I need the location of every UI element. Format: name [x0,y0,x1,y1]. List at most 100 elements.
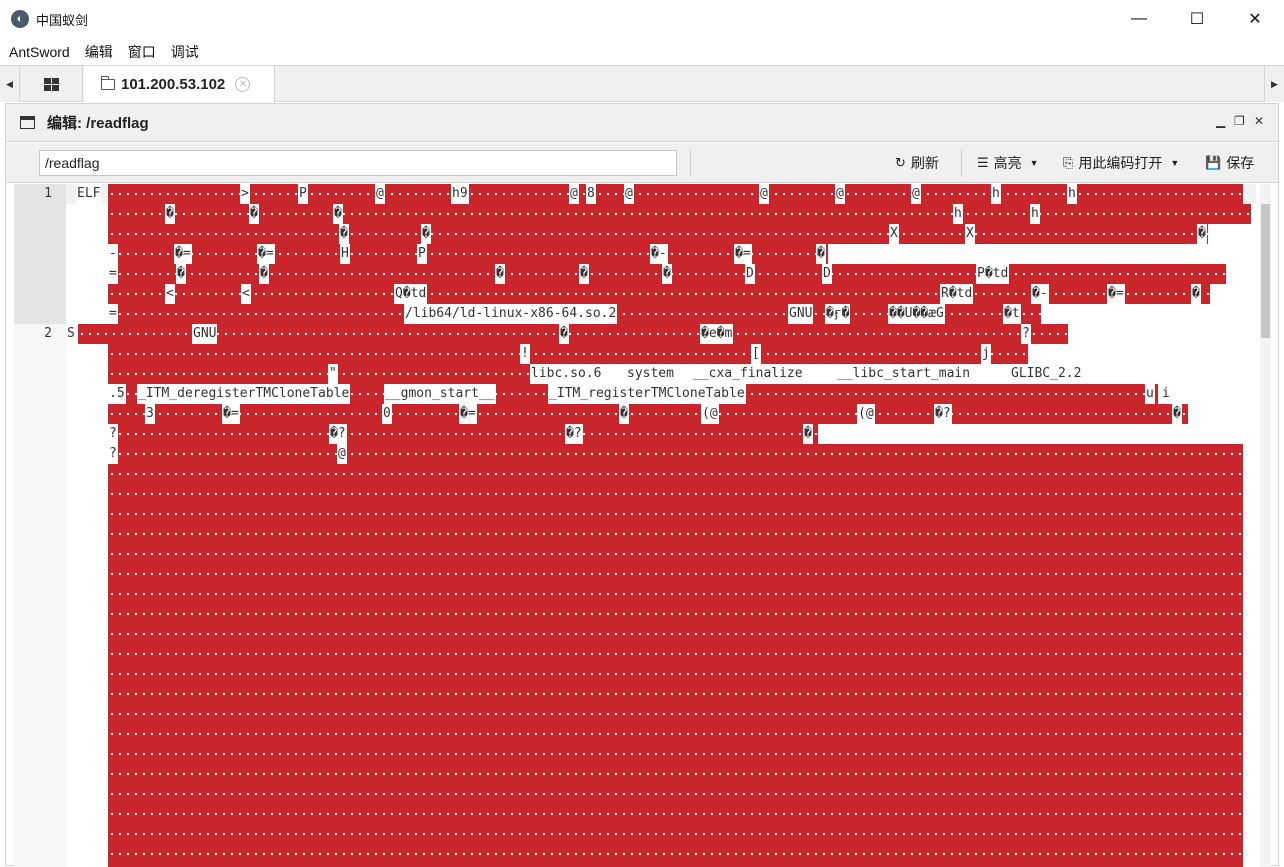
window-title: 中国蚁剑 [36,12,89,28]
tab-close-icon[interactable]: ✕ [235,77,251,92]
code-text: h9 [451,184,469,204]
antsword-logo-icon: ◐ [11,10,29,28]
code-text: �? [329,424,347,444]
maximize-button[interactable]: ☐ [1168,0,1226,38]
code-text: �- [650,244,668,264]
code-text: � [249,204,259,224]
folder-icon [101,76,115,90]
refresh-button[interactable]: ↻ 刷新 [895,153,939,173]
code-text: � [259,264,269,284]
code-text: < [241,284,251,304]
panel-minimize-icon[interactable]: ▁ [1216,114,1225,128]
code-editor[interactable]: 1 2 ELF > P @ h9 @ 8 @ @ @ @ h h � � � h… [14,184,1271,867]
code-text: ! [520,344,530,364]
chevron-down-icon: ▼ [1029,158,1039,168]
grid-icon [44,77,59,91]
panel-header: 编辑: /readflag ▁ ❐ ✕ [6,104,1278,142]
vertical-scrollbar[interactable] [1260,184,1271,867]
line-number-gutter: 1 2 [14,184,66,867]
code-text: @ [911,184,921,204]
code-text: ��U��æG [888,304,945,324]
code-text: GNU [192,324,218,344]
code-text: (@ [701,404,719,424]
code-text: � [816,244,826,264]
code-text: � [1172,404,1182,424]
code-text: _ITM_registerTMCloneTable [548,384,746,404]
code-text: = [108,304,118,324]
code-text: h [991,184,1001,204]
minimize-button[interactable]: — [1110,0,1168,38]
chevron-down-icon: ▼ [1170,158,1180,168]
tab-label: 101.200.53.102 [121,76,226,93]
tab-home[interactable] [21,66,83,102]
highlight-dropdown[interactable]: ☰ 高亮 ▼ [977,153,1039,173]
tab-scroll-right-button[interactable]: ▶ [1264,66,1284,102]
save-button[interactable]: 💾 保存 [1205,153,1254,173]
file-path-input[interactable] [39,150,677,176]
code-text: [ [751,344,761,364]
code-text: /lib64/ld-linux-x86-64.so.2 [404,304,618,324]
code-text: P�td [976,264,1010,284]
editor-toolbar: ↻ 刷新 ☰ 高亮 ▼ ⎘ 用此编码打开 ▼ 💾 保存 [6,143,1278,183]
refresh-label: 刷新 [910,155,939,171]
code-text: ? [108,424,118,444]
code-text: � [803,424,813,444]
code-text: �= [459,404,477,424]
menu-debug[interactable]: 调试 [171,42,199,62]
code-text: @ [375,184,385,204]
code-text: P [417,244,427,264]
close-window-button[interactable]: ✕ [1226,0,1284,38]
line-number: 2 [44,326,52,341]
code-text: �= [734,244,752,264]
code-text: ELF [76,184,102,204]
code-text: libc.so.6 [530,364,603,384]
code-text: �= [1107,284,1125,304]
code-text: i [1161,384,1171,404]
toolbar-divider [690,149,691,177]
control-char-block [108,224,1208,244]
code-text: �e�m [700,324,734,344]
code-text: h [1067,184,1077,204]
save-label: 保存 [1226,155,1255,171]
control-char-block [78,324,1068,344]
code-text: �? [565,424,583,444]
code-text: � [1191,284,1201,304]
editor-panel: 编辑: /readflag ▁ ❐ ✕ ↻ 刷新 ☰ 高亮 ▼ ⎘ 用此编码打开… [5,103,1279,867]
code-text: D [745,264,755,284]
code-text: X [889,224,899,244]
code-text: �= [174,244,192,264]
tab-remote-host[interactable]: 101.200.53.102 ✕ [84,66,275,103]
code-text: � [165,204,175,224]
menu-antsword[interactable]: AntSword [9,44,70,60]
code-text: (@ [857,404,875,424]
line-number: 1 [44,186,52,201]
panel-close-icon[interactable]: ✕ [1254,114,1264,128]
code-text: < [165,284,175,304]
code-text: _ITM_deregisterTMCloneTable [137,384,351,404]
menu-bar: AntSword 编辑 窗口 调试 [0,38,1284,65]
control-char-block [108,424,818,444]
tab-scroll-left-button[interactable]: ◀ [0,66,20,102]
window-icon [20,116,35,129]
code-text: � [662,264,672,284]
code-text: �= [257,244,275,264]
code-text: @ [835,184,845,204]
code-text: S [66,324,76,344]
code-text: �? [934,404,952,424]
control-char-block [108,444,1243,867]
scrollbar-thumb[interactable] [1261,204,1270,338]
menu-window[interactable]: 窗口 [128,42,156,62]
title-bar: ◐ 中国蚁剑 — ☐ ✕ [0,0,1284,38]
code-text: GLIBC_2.2 [1010,364,1083,384]
control-char-block [108,404,1188,424]
code-text: � [339,224,349,244]
control-char-block [108,344,1028,364]
panel-restore-icon[interactable]: ❐ [1234,114,1245,128]
menu-edit[interactable]: 编辑 [85,42,113,62]
code-text: h [1030,204,1040,224]
open-with-encoding-dropdown[interactable]: ⎘ 用此编码打开 ▼ [1063,153,1179,173]
code-text: � [421,224,431,244]
code-text: h [953,204,963,224]
code-text: __libc_start_main [836,364,972,384]
code-text: GNU [788,304,814,324]
